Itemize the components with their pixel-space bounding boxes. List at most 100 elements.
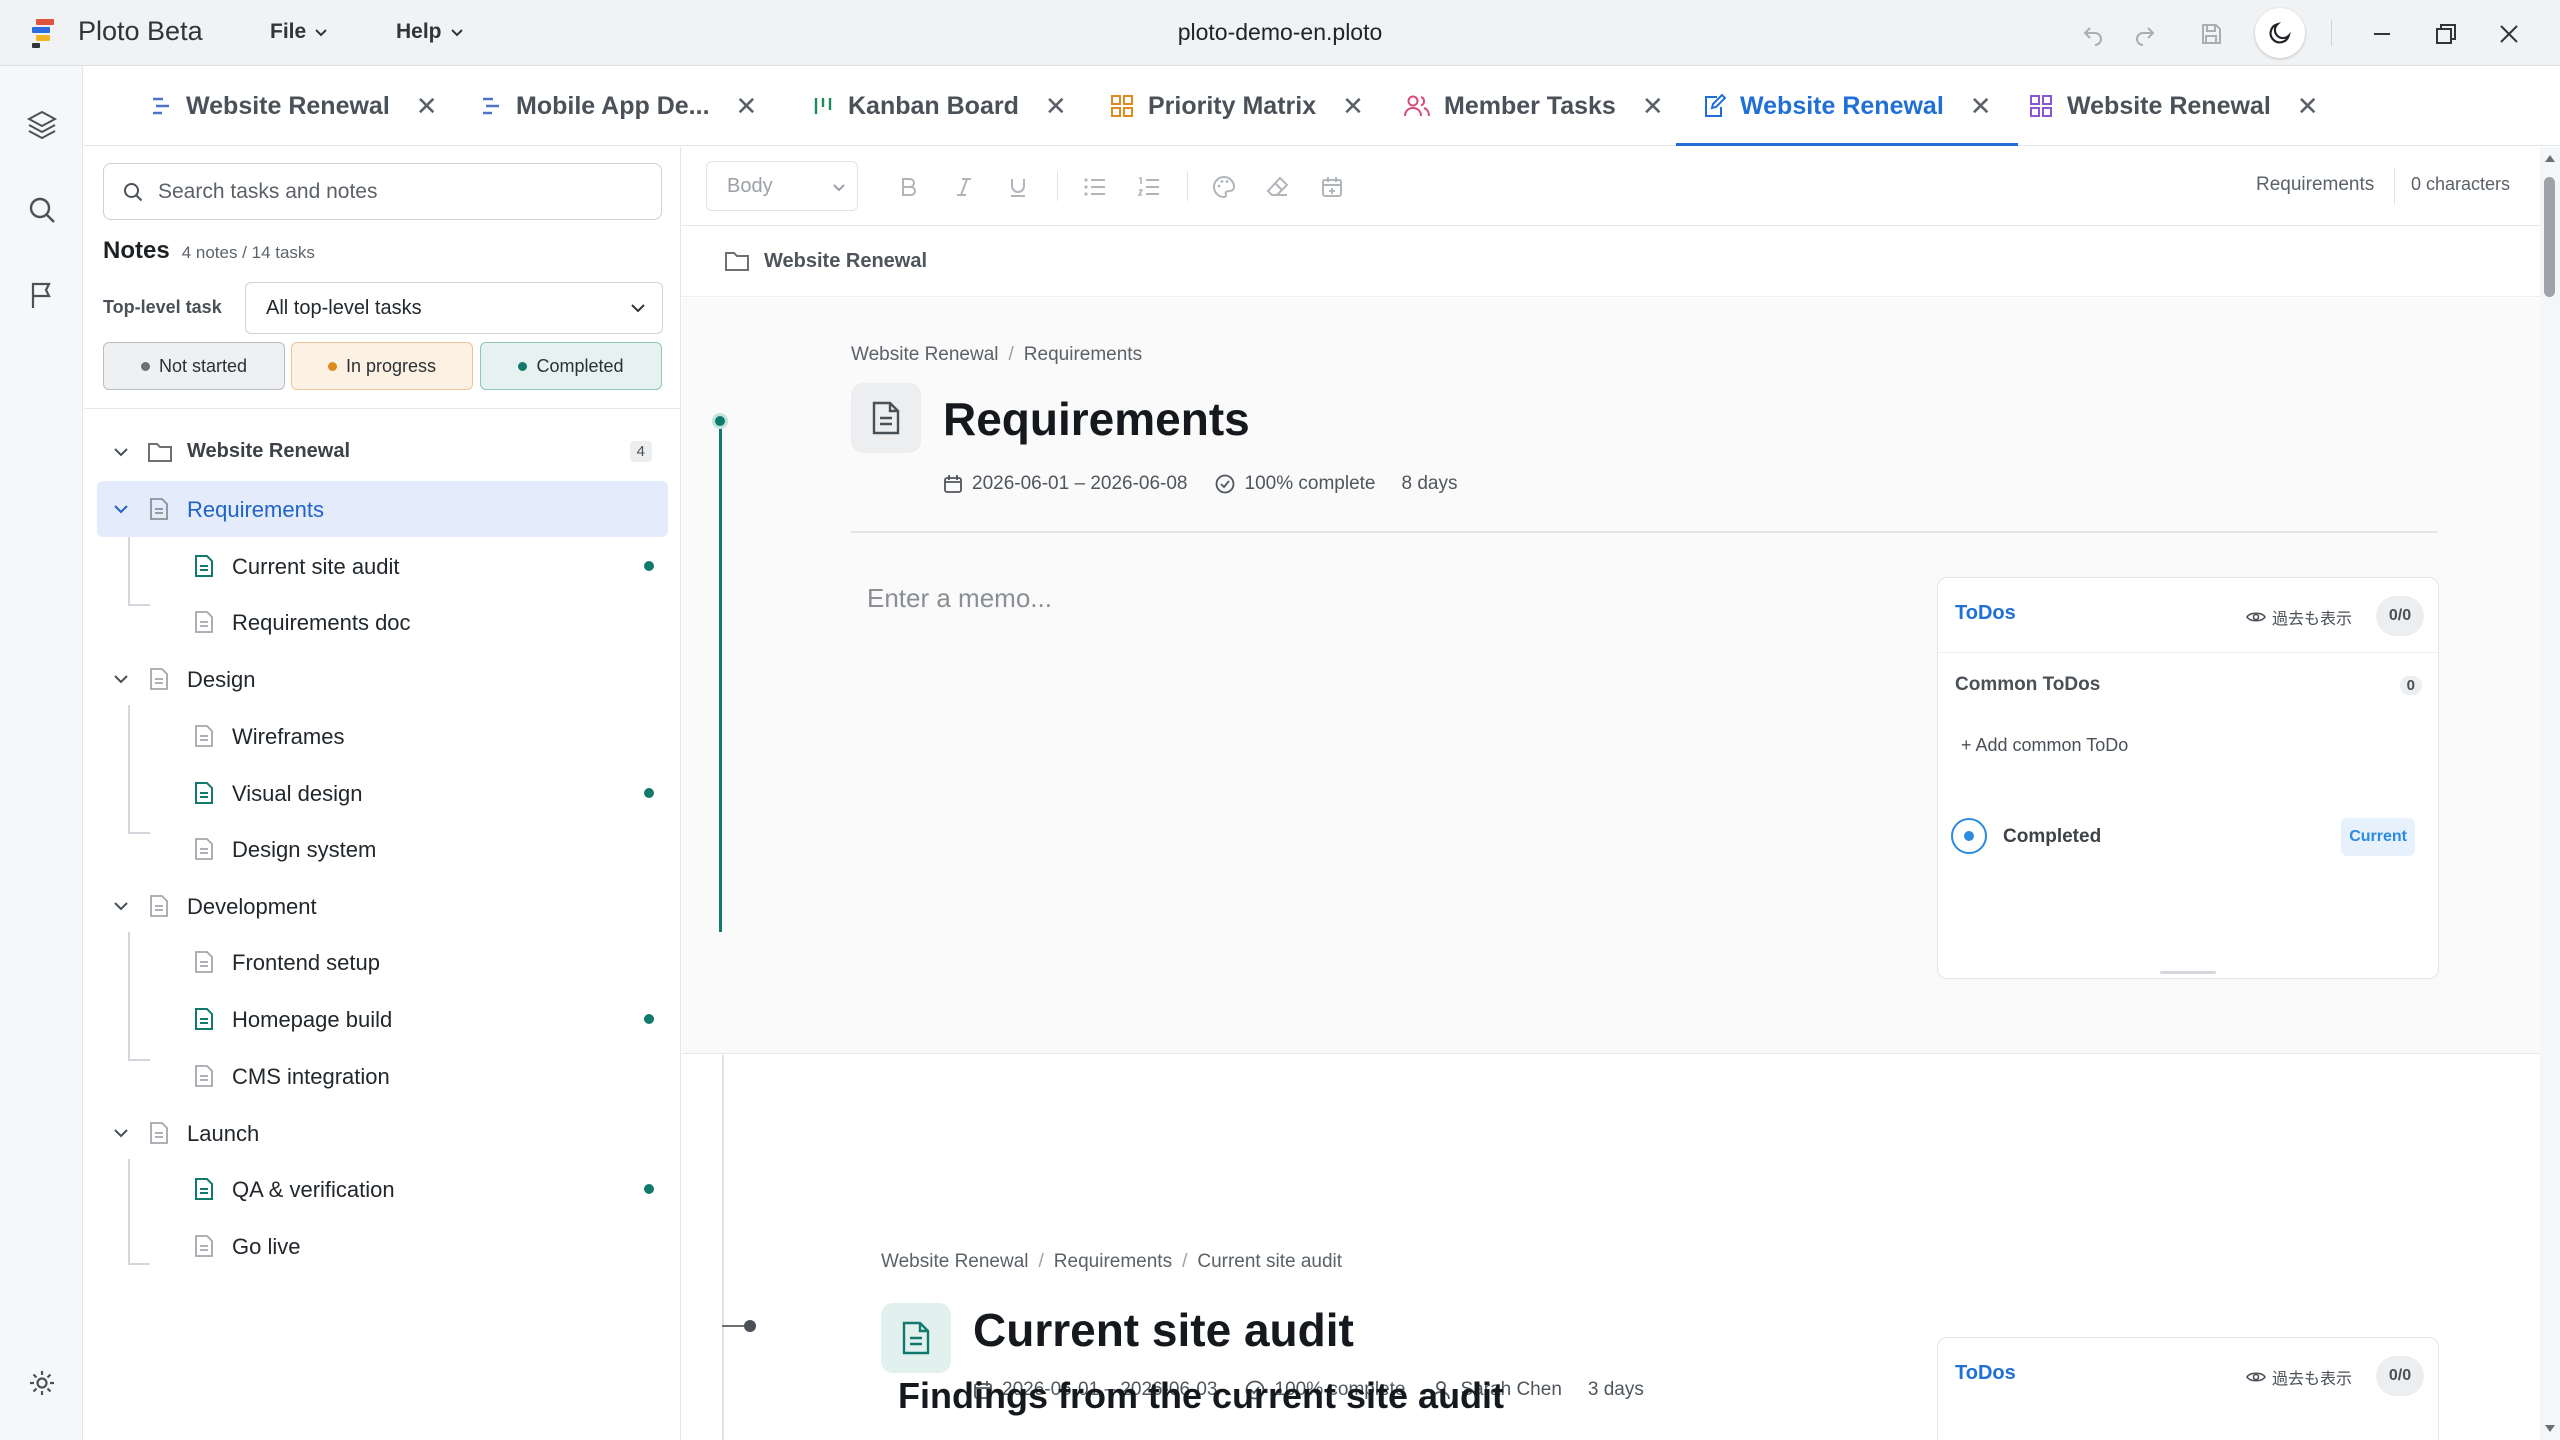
date-range-text: 2026-06-01 – 2026-06-08 bbox=[972, 473, 1188, 494]
status-completed-row[interactable]: Completed Current bbox=[1951, 818, 2425, 858]
tab-mobile-app[interactable]: Mobile App De... ✕ bbox=[480, 66, 757, 146]
tree-item-wireframes[interactable]: Wireframes bbox=[97, 708, 668, 764]
minimize-button[interactable] bbox=[2362, 14, 2402, 54]
tab-website-renewal-dashboard[interactable]: Website Renewal ✕ bbox=[2029, 66, 2319, 146]
tab-close-button[interactable]: ✕ bbox=[1642, 91, 1664, 122]
memo-placeholder[interactable]: Enter a memo... bbox=[867, 583, 1052, 614]
progress: 100% complete bbox=[1214, 473, 1376, 495]
tree-item-cms-integration[interactable]: CMS integration bbox=[97, 1048, 668, 1104]
tab-label: Website Renewal bbox=[186, 91, 390, 120]
tab-close-button[interactable]: ✕ bbox=[1342, 91, 1364, 122]
scroll-thumb[interactable] bbox=[2544, 177, 2555, 297]
menu-file[interactable]: File bbox=[270, 20, 328, 44]
tree-item-label: Design system bbox=[232, 837, 377, 862]
tab-website-renewal-gantt[interactable]: Website Renewal ✕ bbox=[150, 66, 438, 146]
search-field[interactable] bbox=[103, 163, 662, 220]
show-past-toggle[interactable]: 過去も表示 bbox=[2246, 605, 2352, 629]
eraser-icon bbox=[1266, 176, 1289, 196]
close-window-button[interactable] bbox=[2489, 14, 2529, 54]
todos-panel: ToDos 過去も表示 0/0 bbox=[1937, 1337, 2439, 1440]
tab-kanban-board[interactable]: Kanban Board ✕ bbox=[812, 66, 1067, 146]
scroll-up-arrow-icon[interactable] bbox=[2544, 153, 2556, 163]
search-input[interactable] bbox=[158, 179, 638, 204]
breadcrumb-item[interactable]: Current site audit bbox=[1197, 1251, 1342, 1273]
tree-item-qa-verification[interactable]: QA & verification bbox=[97, 1161, 668, 1217]
clear-format-button[interactable] bbox=[1260, 169, 1296, 205]
text-style-select[interactable]: Body bbox=[706, 161, 858, 211]
filter-in-progress-button[interactable]: In progress bbox=[291, 342, 473, 390]
tree-item-label: Visual design bbox=[232, 781, 363, 806]
tree-item-label: Go live bbox=[232, 1234, 301, 1259]
tree-item-homepage-build[interactable]: Homepage build bbox=[97, 991, 668, 1047]
tab-close-button[interactable]: ✕ bbox=[1970, 91, 1992, 122]
breadcrumb-item[interactable]: Website Renewal bbox=[881, 1251, 1029, 1273]
tree-item-design[interactable]: Design bbox=[97, 651, 668, 707]
add-common-todo-button[interactable]: + Add common ToDo bbox=[1961, 735, 2128, 756]
tree-item-label: Requirements doc bbox=[232, 610, 411, 635]
title-separator bbox=[2331, 20, 2332, 46]
tab-label: Website Renewal bbox=[2067, 91, 2271, 120]
tree-item-design-system[interactable]: Design system bbox=[97, 821, 668, 877]
layers-icon[interactable] bbox=[24, 106, 60, 142]
tab-close-button[interactable]: ✕ bbox=[736, 91, 758, 122]
tab-close-button[interactable]: ✕ bbox=[2297, 91, 2319, 122]
tree-root-website-renewal[interactable]: Website Renewal 4 bbox=[97, 424, 668, 480]
tab-member-tasks[interactable]: Member Tasks ✕ bbox=[1404, 66, 1664, 146]
tree-item-launch[interactable]: Launch bbox=[97, 1105, 668, 1161]
progress-text: 100% complete bbox=[1244, 473, 1376, 494]
maximize-button[interactable] bbox=[2426, 14, 2466, 54]
underline-button[interactable] bbox=[1000, 169, 1036, 205]
current-badge: Current bbox=[2341, 818, 2415, 856]
filter-not-started-button[interactable]: Not started bbox=[103, 342, 285, 390]
tab-close-button[interactable]: ✕ bbox=[416, 91, 438, 122]
document-icon bbox=[872, 401, 900, 435]
tree-item-frontend-setup[interactable]: Frontend setup bbox=[97, 934, 668, 990]
tab-website-renewal-notes[interactable]: Website Renewal ✕ bbox=[1676, 66, 2018, 146]
breadcrumb-item[interactable]: Requirements bbox=[1054, 1251, 1172, 1273]
italic-button[interactable] bbox=[946, 169, 982, 205]
search-icon[interactable] bbox=[24, 192, 60, 228]
tree-item-current-site-audit[interactable]: Current site audit bbox=[97, 538, 668, 594]
duration: 3 days bbox=[1587, 1379, 1644, 1400]
show-past-label: 過去も表示 bbox=[2271, 1371, 2352, 1388]
filter-completed-button[interactable]: Completed bbox=[480, 342, 662, 390]
has-note-dot bbox=[644, 1184, 654, 1194]
undo-button[interactable] bbox=[2073, 14, 2113, 54]
redo-icon bbox=[2136, 27, 2155, 46]
menu-help[interactable]: Help bbox=[396, 20, 464, 44]
bullet-list-button[interactable] bbox=[1077, 169, 1113, 205]
matrix-icon bbox=[1111, 95, 1133, 117]
italic-icon bbox=[957, 178, 971, 196]
tree-item-development[interactable]: Development bbox=[97, 878, 668, 934]
text-color-button[interactable] bbox=[1206, 169, 1242, 205]
node-type-icon bbox=[851, 383, 921, 453]
flag-icon[interactable] bbox=[24, 277, 60, 313]
save-button[interactable] bbox=[2191, 14, 2231, 54]
top-level-task-select[interactable]: All top-level tasks bbox=[245, 282, 663, 334]
tab-close-button[interactable]: ✕ bbox=[1045, 91, 1067, 122]
redo-button[interactable] bbox=[2125, 14, 2165, 54]
resize-handle[interactable] bbox=[2160, 971, 2216, 974]
document-title: ploto-demo-en.ploto bbox=[1177, 19, 1383, 45]
bold-button[interactable] bbox=[891, 169, 927, 205]
breadcrumb: Website Renewal / Requirements / Current… bbox=[881, 1251, 1342, 1273]
breadcrumb-item[interactable]: Website Renewal bbox=[851, 344, 999, 366]
tree-item-visual-design[interactable]: Visual design bbox=[97, 765, 668, 821]
numbered-list-button[interactable] bbox=[1131, 169, 1167, 205]
scroll-down-arrow-icon[interactable] bbox=[2544, 1424, 2556, 1434]
tab-label: Kanban Board bbox=[848, 91, 1019, 120]
location-label[interactable]: Website Renewal bbox=[764, 250, 927, 273]
tree-item-go-live[interactable]: Go live bbox=[97, 1218, 668, 1274]
tab-priority-matrix[interactable]: Priority Matrix ✕ bbox=[1110, 66, 1364, 146]
breadcrumb: Website Renewal / Requirements bbox=[851, 344, 1142, 366]
tree-item-requirements-doc[interactable]: Requirements doc bbox=[97, 594, 668, 650]
chevron-down-icon bbox=[114, 448, 128, 457]
insert-date-button[interactable] bbox=[1314, 169, 1350, 205]
gear-icon[interactable] bbox=[24, 1365, 60, 1401]
editor-scrollbar[interactable] bbox=[2540, 147, 2560, 1440]
breadcrumb-separator: / bbox=[1038, 1251, 1044, 1272]
show-past-toggle[interactable]: 過去も表示 bbox=[2246, 1365, 2352, 1389]
breadcrumb-item[interactable]: Requirements bbox=[1024, 344, 1142, 366]
tree-item-requirements[interactable]: Requirements bbox=[97, 481, 668, 537]
theme-toggle-button[interactable] bbox=[2255, 8, 2305, 58]
